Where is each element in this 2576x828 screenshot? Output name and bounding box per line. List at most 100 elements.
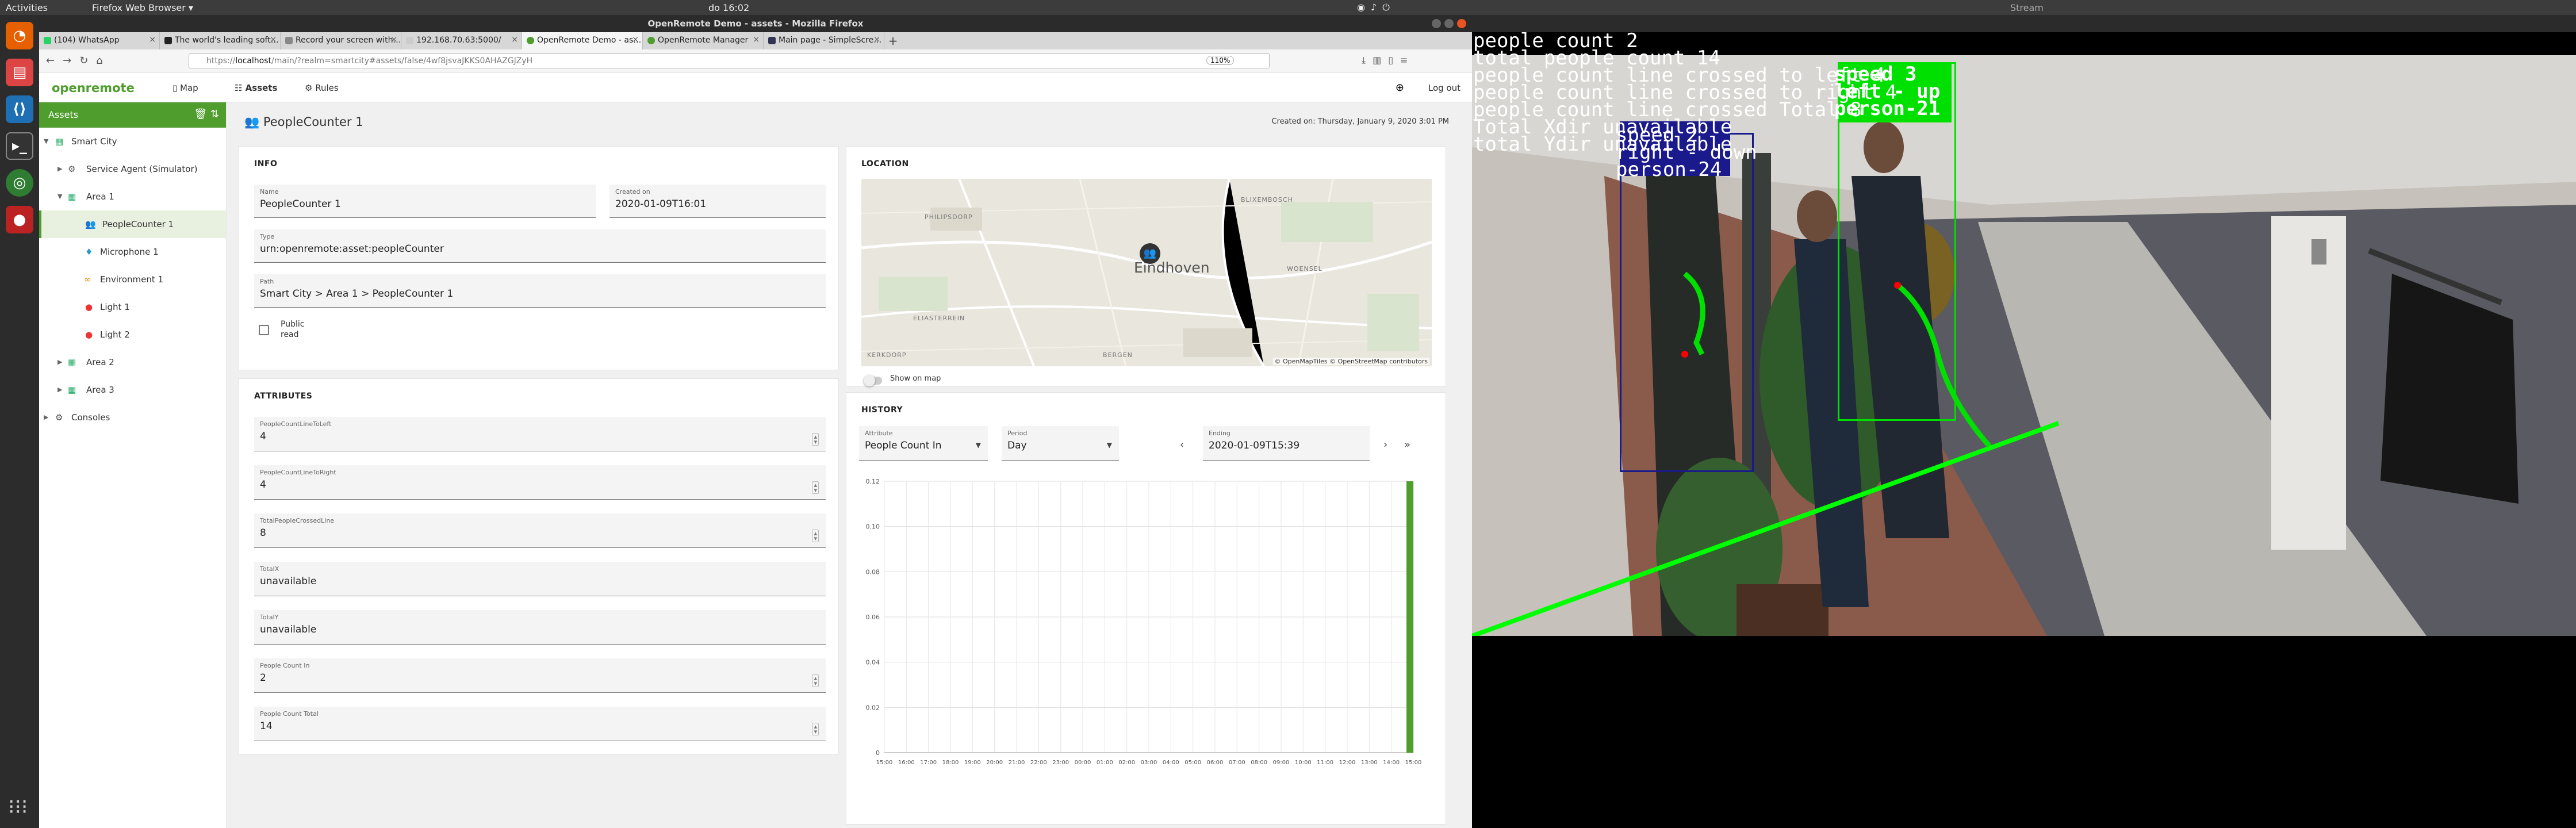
recorder-icon[interactable]: ● [6,206,33,233]
asset-marker-icon[interactable]: 👥 [1140,243,1160,264]
openremote-logo[interactable]: openremote [52,81,135,95]
new-tab-button[interactable]: + [884,32,902,49]
ending-field[interactable]: Ending 2020-01-09T15:39 [1203,426,1370,461]
nav-map[interactable]: ▯ Map [172,83,198,93]
browser-tab[interactable]: Main page - SimpleScre… × [764,32,884,49]
close-tab-icon[interactable]: × [149,35,156,44]
maximize-icon[interactable] [1444,19,1454,28]
tree-item[interactable]: ▶ ⚙ Consoles [39,404,226,431]
tree-item[interactable]: ▶ ▦ Area 3 [39,376,226,404]
latest-period-icon[interactable]: » [1404,439,1410,451]
tree-item[interactable]: ▶ ⚙ Service Agent (Simulator) [39,155,226,183]
tree-item-label: Service Agent (Simulator) [86,164,198,174]
sort-icon[interactable]: ⇅ [210,108,219,120]
expand-arrow-icon[interactable]: ▶ [57,348,62,376]
next-period-icon[interactable]: › [1383,439,1387,451]
period-select[interactable]: Period Day ▼ [1002,426,1119,461]
expand-arrow-icon[interactable]: ▼ [57,183,62,210]
name-field[interactable]: Name PeopleCounter 1 [254,185,596,218]
show-on-map-toggle[interactable] [864,375,882,386]
browser-tab-active[interactable]: OpenRemote Demo - as… × [522,32,643,49]
terminal-icon[interactable]: ▸_ [6,132,33,160]
language-globe-icon[interactable]: ⊕ [1396,82,1404,94]
close-tab-icon[interactable]: × [753,35,760,44]
activities-button[interactable]: Activities [6,2,48,13]
reload-icon[interactable]: ↻ [79,55,96,67]
tree-item-selected[interactable]: 👥 PeopleCounter 1 [39,210,226,238]
browser-tab[interactable]: OpenRemote Manager × [643,32,764,49]
attribute-field[interactable]: TotalY unavailable [254,610,826,645]
chrome-icon[interactable]: ◎ [6,169,33,197]
forward-icon[interactable]: → [63,55,79,67]
zoom-level[interactable]: 110% [1206,56,1235,65]
library-icon[interactable]: ▥ [1373,55,1388,66]
close-tab-icon[interactable]: × [632,35,639,44]
browser-tab[interactable]: Record your screen with… × [281,32,401,49]
field-value: People Count In [865,440,942,451]
download-icon[interactable]: ⤓ [1362,55,1373,66]
chart-x-tick-label: 14:00 [1383,760,1400,766]
delete-icon[interactable]: 🗑 [194,108,207,120]
stepper-icon[interactable]: ▴ ▾ [812,723,819,735]
logout-button[interactable]: Log out [1428,83,1460,93]
network-icon[interactable]: ◉ [1357,2,1371,13]
attribute-field[interactable]: People Count Total 14 ▴ ▾ [254,707,826,741]
stepper-icon[interactable]: ▴ ▾ [812,674,819,687]
home-icon[interactable]: ⌂ [96,55,110,67]
close-window-icon[interactable] [1457,19,1466,28]
browser-tab[interactable]: (104) WhatsApp × [39,32,160,49]
location-map[interactable]: PHILIPSDORP BLIXEMBOSCH ELIASTERREIN BER… [861,179,1432,366]
tree-item[interactable]: ▼ ▦ Area 1 [39,183,226,210]
tree-item[interactable]: ● Light 2 [39,321,226,348]
close-tab-icon[interactable]: × [270,35,277,44]
files-icon[interactable]: ▤ [6,59,33,86]
nav-assets[interactable]: ☷ Assets [235,83,277,93]
menu-icon[interactable]: ≡ [1400,55,1414,66]
tree-item[interactable]: ∞ Environment 1 [39,266,226,293]
expand-arrow-icon[interactable]: ▶ [44,404,48,431]
clock[interactable]: do 16:02 [708,2,749,13]
stepper-icon[interactable]: ▴ ▾ [812,433,819,446]
tree-item[interactable]: ▶ ▦ Area 2 [39,348,226,376]
attribute-field[interactable]: PeopleCountLineToLeft 4 ▴ ▾ [254,417,826,451]
attribute-field[interactable]: People Count In 2 ▴ ▾ [254,658,826,693]
map-attribution[interactable]: © OpenMapTiles © OpenStreetMap contribut… [1272,358,1429,365]
expand-arrow-icon[interactable]: ▶ [57,155,62,183]
power-icon[interactable]: ⏻ [1382,2,1396,13]
attribute-field[interactable]: TotalX unavailable [254,562,826,596]
minimize-icon[interactable] [1432,19,1441,28]
firefox-icon[interactable]: ◔ [6,22,33,49]
tree-item[interactable]: ♦ Microphone 1 [39,238,226,266]
attribute-field[interactable]: PeopleCountLineToRight 4 ▴ ▾ [254,465,826,500]
close-tab-icon[interactable]: × [390,35,397,44]
attribute-select[interactable]: Attribute People Count In ▼ [859,426,988,461]
close-tab-icon[interactable]: × [873,35,880,44]
tab-label: OpenRemote Manager [658,36,749,45]
stepper-icon[interactable]: ▴ ▾ [812,530,819,542]
system-top-bar: Activities Firefox Web Browser ▾ do 16:0… [0,0,2576,15]
system-tray[interactable]: ◉♪⏻ [1357,2,1396,13]
vscode-icon[interactable]: ⟨⟩ [6,95,33,123]
app-menu[interactable]: Firefox Web Browser ▾ [92,2,193,13]
expand-arrow-icon[interactable]: ▶ [57,376,62,404]
close-tab-icon[interactable]: × [511,35,518,44]
expand-arrow-icon[interactable]: ▼ [44,128,48,155]
tree-item[interactable]: ● Light 1 [39,293,226,321]
stream-window-title: Stream [2010,2,2044,13]
map-district-label: ELIASTERREIN [913,315,965,322]
tree-item[interactable]: ▼ ▦ Smart City [39,128,226,155]
attribute-field[interactable]: TotalPeopleCrossedLine 8 ▴ ▾ [254,513,826,548]
browser-tab[interactable]: 192.168.70.63:5000/ × [401,32,522,49]
previous-period-icon[interactable]: ‹ [1180,439,1184,451]
url-bar[interactable]: https://localhost/main/?realm=smartcity#… [189,53,1270,68]
chart-x-tick-label: 15:00 [1405,760,1422,766]
browser-tab[interactable]: The world's leading soft… × [160,32,281,49]
stepper-icon[interactable]: ▴ ▾ [812,481,819,494]
public-read-checkbox[interactable] [259,325,269,335]
history-heading: HISTORY [861,405,903,415]
sidebar-icon[interactable]: ▯ [1388,55,1400,66]
back-icon[interactable]: ← [46,55,63,67]
show-apps-icon[interactable]: ⁝⁝⁝ [8,795,28,819]
nav-rules[interactable]: ⚙ Rules [305,83,339,93]
volume-icon[interactable]: ♪ [1371,2,1382,13]
